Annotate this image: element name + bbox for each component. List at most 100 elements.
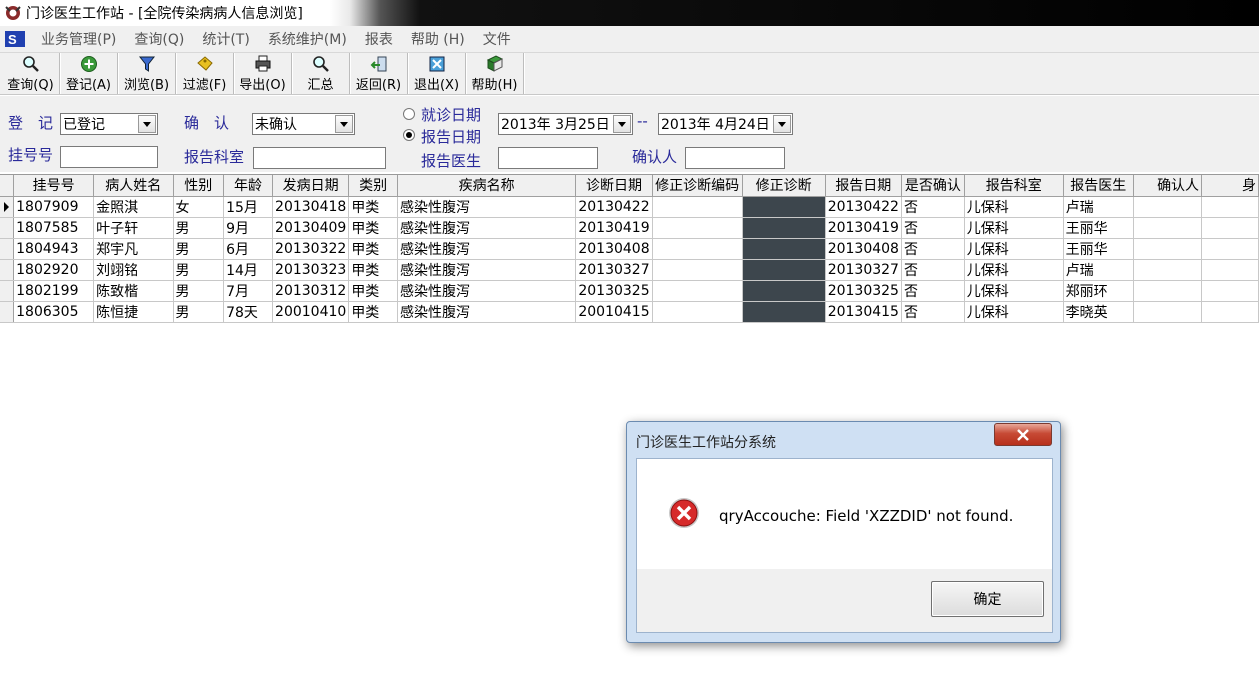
table-cell[interactable]: 否 — [901, 217, 965, 239]
table-cell[interactable]: 20130322 — [272, 238, 350, 260]
col-header[interactable]: 修正诊断 — [742, 175, 826, 197]
table-cell[interactable]: 郑宇凡 — [93, 238, 174, 260]
table-cell[interactable]: 叶子轩 — [93, 217, 174, 239]
export-button[interactable]: 导出(O) — [234, 53, 292, 94]
table-cell[interactable]: 男 — [173, 217, 225, 239]
close-button[interactable] — [994, 423, 1052, 446]
table-cell[interactable]: 男 — [173, 280, 225, 302]
table-cell[interactable] — [742, 280, 826, 302]
table-cell[interactable]: 感染性腹泻 — [397, 259, 577, 281]
col-header[interactable]: 性别 — [173, 175, 225, 197]
table-cell[interactable] — [652, 301, 743, 323]
date-to-picker[interactable]: 2013年 4月24日 — [658, 113, 793, 135]
browse-button[interactable]: 浏览(B) — [118, 53, 176, 94]
table-cell[interactable]: 20130419 — [575, 217, 653, 239]
date-from-picker[interactable]: 2013年 3月25日 — [498, 113, 633, 135]
table-cell[interactable]: 20130409 — [272, 217, 350, 239]
table-cell[interactable]: 感染性腹泻 — [397, 280, 577, 302]
table-cell[interactable]: 1806305 — [13, 301, 95, 323]
chevron-down-icon[interactable] — [773, 115, 791, 133]
reg-no-input[interactable] — [60, 146, 158, 168]
table-cell[interactable]: 6月 — [223, 238, 274, 260]
table-cell[interactable]: 7月 — [223, 280, 274, 302]
table-cell[interactable]: 男 — [173, 259, 225, 281]
table-cell[interactable] — [652, 217, 743, 239]
table-cell[interactable] — [1133, 238, 1203, 260]
exit-button[interactable]: 退出(X) — [408, 53, 466, 94]
table-cell[interactable] — [652, 196, 743, 218]
table-cell[interactable]: 20130312 — [272, 280, 350, 302]
table-cell[interactable]: 1802199 — [13, 280, 95, 302]
table-cell[interactable]: 金照淇 — [93, 196, 174, 218]
table-cell[interactable] — [742, 259, 826, 281]
table-cell[interactable] — [1201, 196, 1259, 218]
table-cell[interactable]: 否 — [901, 196, 965, 218]
table-cell[interactable]: 刘翊铭 — [93, 259, 174, 281]
ok-button[interactable]: 确定 — [931, 581, 1044, 617]
table-cell[interactable]: 20130408 — [825, 238, 902, 260]
table-cell[interactable]: 否 — [901, 301, 965, 323]
table-row[interactable]: 1802199 陈致楷男 7月 20130312 甲类 感染性腹泻 20130325 2013… — [0, 280, 1259, 302]
table-cell[interactable]: 儿保科 — [964, 259, 1064, 281]
col-header[interactable]: 病人姓名 — [93, 175, 174, 197]
table-cell[interactable]: 1807585 — [13, 217, 95, 239]
table-cell[interactable]: 郑丽环 — [1063, 280, 1134, 302]
table-cell[interactable]: 20130327 — [575, 259, 653, 281]
chevron-down-icon[interactable] — [138, 115, 156, 133]
table-cell[interactable]: 20130323 — [272, 259, 350, 281]
table-cell[interactable]: 儿保科 — [964, 280, 1064, 302]
table-cell[interactable]: 20010410 — [272, 301, 350, 323]
table-cell[interactable]: 20130418 — [272, 196, 350, 218]
table-cell[interactable]: 20010415 — [575, 301, 653, 323]
row-indicator[interactable] — [0, 301, 15, 323]
table-cell[interactable]: 女 — [173, 196, 225, 218]
table-cell[interactable]: 儿保科 — [964, 238, 1064, 260]
table-cell[interactable] — [1201, 259, 1259, 281]
row-indicator[interactable] — [0, 238, 15, 260]
table-cell[interactable]: 否 — [901, 259, 965, 281]
table-cell[interactable]: 甲类 — [348, 238, 398, 260]
col-header[interactable]: 诊断日期 — [575, 175, 653, 197]
table-cell[interactable]: 1802920 — [13, 259, 95, 281]
col-header[interactable]: 发病日期 — [272, 175, 350, 197]
row-indicator[interactable] — [0, 259, 15, 281]
table-cell[interactable]: 78天 — [223, 301, 274, 323]
table-cell[interactable]: 14月 — [223, 259, 274, 281]
col-header[interactable]: 报告医生 — [1063, 175, 1134, 197]
chevron-down-icon[interactable] — [335, 115, 353, 133]
col-header[interactable]: 年龄 — [223, 175, 274, 197]
table-cell[interactable] — [1133, 217, 1203, 239]
query-button[interactable]: 查询(Q) — [2, 53, 60, 94]
table-cell[interactable]: 男 — [173, 238, 225, 260]
confirm-select[interactable]: 未确认 — [252, 113, 355, 135]
table-cell[interactable]: 王丽华 — [1063, 217, 1134, 239]
filter-button[interactable]: 过滤(F) — [176, 53, 234, 94]
table-cell[interactable]: 20130422 — [575, 196, 653, 218]
table-cell[interactable] — [1133, 196, 1203, 218]
table-cell[interactable]: 否 — [901, 280, 965, 302]
table-cell[interactable]: 陈恒捷 — [93, 301, 174, 323]
table-row[interactable]: 1807585 叶子轩男 9月 20130409 甲类 感染性腹泻 20130419 2013… — [0, 217, 1259, 239]
table-cell[interactable]: 王丽华 — [1063, 238, 1134, 260]
table-cell[interactable]: 1804943 — [13, 238, 95, 260]
table-cell[interactable]: 15月 — [223, 196, 274, 218]
table-row[interactable]: 1807909 金照淇女 15月 20130418 甲类 感染性腹泻 20130422 201… — [0, 196, 1259, 218]
report-date-radio[interactable] — [403, 129, 415, 141]
table-cell[interactable]: 20130325 — [575, 280, 653, 302]
table-cell[interactable]: 儿保科 — [964, 217, 1064, 239]
col-header[interactable]: 报告日期 — [825, 175, 902, 197]
table-cell[interactable] — [652, 238, 743, 260]
col-header[interactable]: 确认人 — [1133, 175, 1203, 197]
table-cell[interactable] — [652, 280, 743, 302]
table-cell[interactable] — [742, 238, 826, 260]
table-cell[interactable] — [1133, 301, 1203, 323]
register-select[interactable]: 已登记 — [60, 113, 158, 135]
summary-button[interactable]: 汇总 — [292, 53, 350, 94]
table-cell[interactable]: 男 — [173, 301, 225, 323]
table-cell[interactable]: 20130408 — [575, 238, 653, 260]
row-indicator[interactable] — [0, 280, 15, 302]
report-doctor-input[interactable] — [498, 147, 598, 169]
report-dept-input[interactable] — [253, 147, 386, 169]
table-cell[interactable] — [1133, 259, 1203, 281]
table-cell[interactable]: 陈致楷 — [93, 280, 174, 302]
